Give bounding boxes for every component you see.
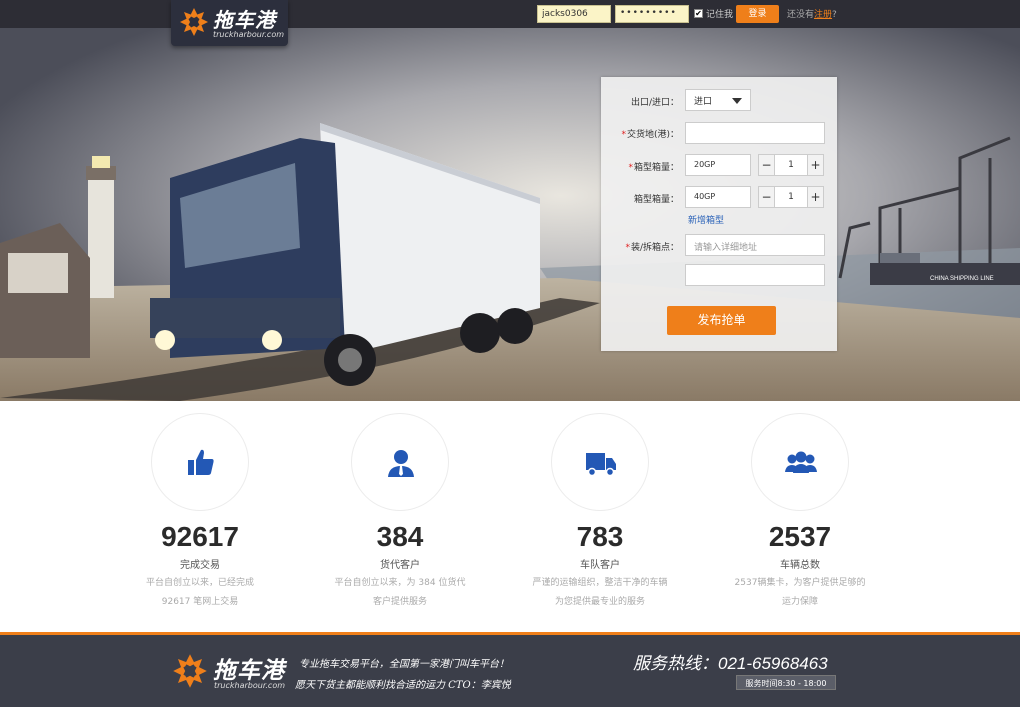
- remember-checkbox[interactable]: ✔: [694, 9, 703, 18]
- register-prompt: 还没有注册?: [787, 10, 837, 20]
- direction-label: 出口/进口：: [630, 98, 679, 108]
- publish-order-button[interactable]: 发布抢单: [667, 306, 776, 335]
- stat-icon-circle: [551, 413, 649, 511]
- service-hours: 服务时间8:30 - 18:00: [736, 675, 836, 690]
- footer-brand-domain: truckharbour.com: [214, 681, 286, 690]
- box1-quantity[interactable]: 1: [775, 155, 807, 175]
- register-link[interactable]: 注册: [814, 10, 832, 20]
- box2-quantity-stepper: − 1 +: [758, 186, 824, 208]
- login-button[interactable]: 登录: [736, 5, 779, 23]
- box1-quantity-stepper: − 1 +: [758, 154, 824, 176]
- stat-number: 783: [576, 521, 624, 552]
- box2-label: 箱型箱量：: [633, 195, 679, 205]
- top-bar: ••••••••• ✔ 记住我 登录 还没有注册?: [0, 0, 1020, 28]
- box1-label: *箱型箱量：: [628, 163, 679, 173]
- stat-title: 完成交易: [180, 560, 220, 571]
- minus-icon[interactable]: −: [759, 155, 775, 175]
- address-input[interactable]: 请输入详细地址: [685, 234, 825, 256]
- stat-icon-circle: [751, 413, 849, 511]
- address-input-2[interactable]: [685, 264, 825, 286]
- chevron-down-icon: [732, 98, 742, 104]
- box2-quantity[interactable]: 1: [775, 187, 807, 207]
- stats-section: 92617 完成交易 平台自创立以来，已经完成 92617 笔网上交易 384 货…: [0, 401, 1020, 633]
- brand-domain: truckharbour.com: [213, 30, 285, 39]
- plus-icon[interactable]: +: [807, 187, 823, 207]
- stat-description: 2537辆集卡，为客户提供足够的 运力保障: [734, 578, 866, 607]
- footer: 拖车港 truckharbour.com 专业拖车交易平台，全国第一家港门叫车平…: [0, 635, 1020, 707]
- ship-label: CHINA SHIPPING LINE: [930, 276, 994, 282]
- group-icon: [785, 451, 817, 473]
- stat-title: 车辆总数: [780, 560, 820, 571]
- stat-icon-circle: [351, 413, 449, 511]
- hero-illustration: CHINA SHIPPING LINE: [0, 28, 1020, 401]
- minus-icon[interactable]: −: [759, 187, 775, 207]
- password-input[interactable]: •••••••••: [615, 5, 689, 23]
- address-label: *装/拆箱点：: [625, 243, 679, 253]
- stat-number: 384: [376, 521, 424, 552]
- delivery-port-input[interactable]: [685, 122, 825, 144]
- service-hotline: 服务热线：021-65968463: [633, 654, 828, 673]
- stat-icon-circle: [151, 413, 249, 511]
- thumbs-up-icon: [188, 449, 214, 475]
- footer-signature: 愿天下货主都能顺利找合适的运力 CTO：李宾悦: [295, 680, 511, 691]
- truck-icon: [586, 453, 616, 477]
- footer-slogan: 专业拖车交易平台，全国第一家港门叫车平台！: [299, 659, 509, 670]
- stat-number: 2537: [768, 521, 832, 552]
- plus-icon[interactable]: +: [807, 155, 823, 175]
- direction-select[interactable]: 进口: [685, 89, 751, 111]
- username-input[interactable]: [537, 5, 611, 23]
- delivery-label: *交货地(港)：: [621, 130, 679, 140]
- remember-label: 记住我: [706, 10, 734, 20]
- footer-brand-name: 拖车港: [213, 658, 285, 684]
- stat-number: 92617: [161, 521, 239, 552]
- box2-type-select[interactable]: 40GP: [685, 186, 751, 208]
- stat-title: 货代客户: [380, 560, 420, 571]
- order-form-panel: 出口/进口： 进口 *交货地(港)： *箱型箱量： 20GP − 1 + 箱型箱…: [601, 77, 837, 351]
- user-icon: [388, 450, 414, 477]
- hero-banner: CHINA SHIPPING LINE 出口/进口： 进口 *交货地(港)： *…: [0, 28, 1020, 401]
- stat-description: 平台自创立以来，已经完成 92617 笔网上交易: [145, 578, 254, 607]
- logo-mark-icon: [173, 654, 207, 688]
- box1-type-select[interactable]: 20GP: [685, 154, 751, 176]
- brand-name: 拖车港: [213, 8, 276, 32]
- stat-description: 严谨的运输组织，整洁干净的车辆 为您提供最专业的服务: [532, 578, 668, 607]
- logo-mark-icon: [180, 8, 208, 36]
- stat-description: 平台自创立以来，为 384 位货代 客户提供服务: [334, 578, 466, 607]
- stat-title: 车队客户: [580, 560, 620, 571]
- add-box-type-link[interactable]: 新增箱型: [688, 213, 724, 226]
- brand-logo[interactable]: 拖车港 truckharbour.com: [171, 0, 288, 46]
